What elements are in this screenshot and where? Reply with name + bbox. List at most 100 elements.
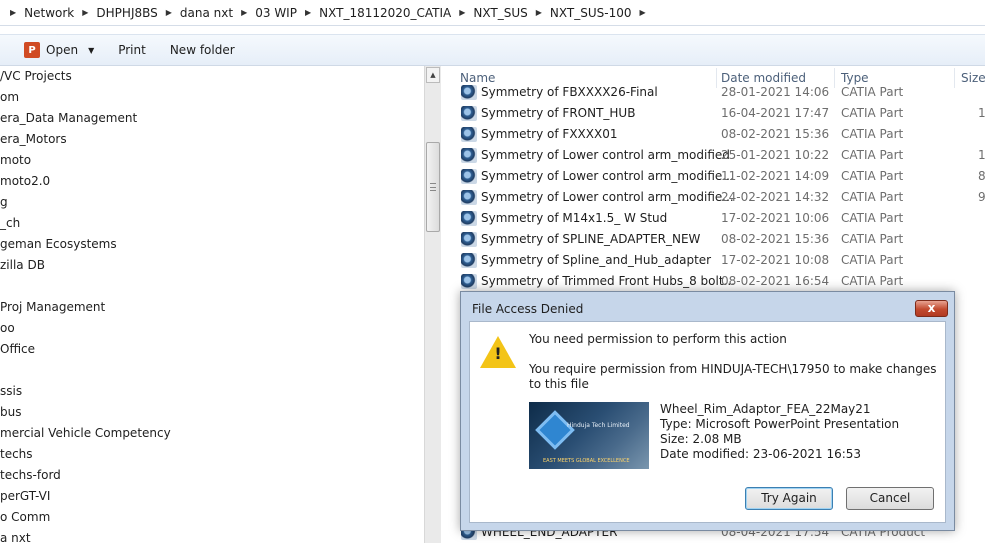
- file-type: CATIA Part: [841, 169, 904, 183]
- breadcrumb-item[interactable]: ▶ dana nxt: [158, 6, 233, 20]
- new-folder-button[interactable]: New folder: [158, 37, 247, 63]
- chevron-right-icon[interactable]: ▶: [82, 8, 88, 17]
- table-row[interactable]: Symmetry of SPLINE_ADAPTER_NEW 08-02-2021…: [450, 229, 985, 250]
- chevron-right-icon[interactable]: ▶: [241, 8, 247, 17]
- scroll-up-icon[interactable]: ▲: [426, 67, 440, 83]
- grip-icon: [430, 183, 436, 191]
- table-row[interactable]: Symmetry of Lower control arm_modifie...…: [450, 166, 985, 187]
- open-button[interactable]: P Open ▼: [0, 37, 106, 63]
- nav-item[interactable]: geman Ecosystems: [0, 234, 117, 255]
- file-info: Wheel_Rim_Adaptor_FEA_22May21 Type: Micr…: [660, 402, 899, 462]
- file-size: 9: [978, 190, 985, 204]
- try-again-button[interactable]: Try Again: [745, 487, 833, 510]
- breadcrumb-item[interactable]: ▶ Network: [2, 6, 74, 20]
- breadcrumb-label: 03 WIP: [255, 5, 297, 20]
- chevron-right-icon[interactable]: ▶: [10, 8, 16, 17]
- file-type: CATIA Part: [841, 85, 904, 99]
- dialog-title: File Access Denied: [472, 302, 584, 316]
- table-row[interactable]: Symmetry of FRONT_HUB 16-04-2021 17:47 CAT…: [450, 103, 985, 124]
- file-name: Symmetry of M14x1.5_ W Stud: [481, 211, 668, 225]
- nav-item[interactable]: oo: [0, 318, 15, 339]
- breadcrumb-item[interactable]: ▶ NXT_SUS: [451, 6, 528, 20]
- nav-item[interactable]: perGT-VI: [0, 486, 50, 507]
- print-button[interactable]: Print: [106, 37, 158, 63]
- file-name: Symmetry of Spline_and_Hub_adapter: [481, 253, 712, 267]
- table-row[interactable]: Symmetry of FXXXX01 08-02-2021 15:36 CATIA…: [450, 124, 985, 145]
- breadcrumb-label: NXT_SUS: [473, 5, 528, 20]
- table-row[interactable]: Symmetry of M14x1.5_ W Stud 17-02-2021 10…: [450, 208, 985, 229]
- file-info-size: Size: 2.08 MB: [660, 432, 742, 446]
- nav-item[interactable]: Office: [0, 339, 35, 360]
- file-date: 16-04-2021 17:47: [721, 106, 830, 120]
- catia-part-icon: [461, 106, 477, 121]
- file-date: 11-02-2021 14:09: [721, 169, 830, 183]
- file-size: 10: [978, 148, 985, 162]
- file-access-denied-dialog: File Access Denied x ! You need permissi…: [460, 291, 955, 531]
- file-thumbnail: Hinduja Tech Limited EAST MEETS GLOBAL E…: [529, 402, 649, 469]
- catia-part-icon: [461, 232, 477, 247]
- chevron-right-icon[interactable]: ▶: [166, 8, 172, 17]
- file-info-date: Date modified: 23-06-2021 16:53: [660, 447, 862, 461]
- nav-item[interactable]: era_Motors: [0, 129, 67, 150]
- file-name: Symmetry of Lower control arm_modifie...: [481, 190, 734, 204]
- chevron-right-icon[interactable]: ▶: [536, 8, 542, 17]
- nav-item[interactable]: o Comm: [0, 507, 50, 528]
- catia-part-icon: [461, 274, 477, 289]
- file-date: 25-01-2021 10:22: [721, 148, 830, 162]
- table-row[interactable]: Symmetry of Lower control arm_modifie...…: [450, 187, 985, 208]
- catia-part-icon: [461, 253, 477, 268]
- breadcrumb-label: NXT_18112020_CATIA: [319, 5, 452, 20]
- file-type: CATIA Part: [841, 127, 904, 141]
- chevron-right-icon[interactable]: ▶: [305, 8, 311, 17]
- nav-item[interactable]: techs: [0, 444, 33, 465]
- file-date: 24-02-2021 14:32: [721, 190, 830, 204]
- chevron-right-icon[interactable]: ▶: [459, 8, 465, 17]
- scroll-thumb[interactable]: [426, 142, 440, 232]
- logo-icon: [535, 410, 575, 450]
- breadcrumb-item[interactable]: ▶ NXT_SUS-100: [528, 6, 632, 20]
- nav-item[interactable]: a nxt: [0, 528, 31, 543]
- breadcrumb-item[interactable]: ▶ DHPHJ8BS: [74, 6, 158, 20]
- file-name: Symmetry of SPLINE_ADAPTER_NEW: [481, 232, 701, 246]
- table-row[interactable]: Symmetry of Spline_and_Hub_adapter 17-02-…: [450, 250, 985, 271]
- nav-item[interactable]: g: [0, 192, 8, 213]
- file-date: 28-01-2021 14:06: [721, 85, 830, 99]
- cancel-button[interactable]: Cancel: [846, 487, 934, 510]
- nav-item[interactable]: zilla DB: [0, 255, 45, 276]
- nav-item[interactable]: _ch: [0, 213, 20, 234]
- file-name: Symmetry of FRONT_HUB: [481, 106, 636, 120]
- nav-item[interactable]: techs-ford: [0, 465, 61, 486]
- file-name: Symmetry of FXXXX01: [481, 127, 618, 141]
- breadcrumb-label: NXT_SUS-100: [549, 5, 632, 20]
- file-name: Symmetry of Lower control arm_modified: [481, 148, 730, 162]
- command-bar: P Open ▼ Print New folder: [0, 34, 985, 66]
- breadcrumb-item[interactable]: ▶ NXT_18112020_CATIA: [297, 6, 451, 20]
- nav-item[interactable]: era_Data Management: [0, 108, 137, 129]
- nav-item[interactable]: om: [0, 87, 19, 108]
- breadcrumb-label: dana nxt: [179, 5, 234, 20]
- nav-item[interactable]: Proj Management: [0, 297, 105, 318]
- nav-scrollbar[interactable]: ▲: [424, 66, 441, 543]
- nav-item[interactable]: moto: [0, 150, 31, 171]
- chevron-right-icon[interactable]: ▶: [640, 8, 646, 17]
- file-date: 17-02-2021 10:08: [721, 253, 830, 267]
- nav-item[interactable]: bus: [0, 402, 21, 423]
- nav-item[interactable]: moto2.0: [0, 171, 50, 192]
- nav-item[interactable]: mercial Vehicle Competency: [0, 423, 171, 444]
- breadcrumb[interactable]: ▶ Network ▶ DHPHJ8BS ▶ dana nxt ▶ 03 WIP ▶ NXT_18…: [0, 0, 985, 26]
- breadcrumb-item[interactable]: ▶ 03 WIP: [233, 6, 297, 20]
- dialog-message: You need permission to perform this acti…: [529, 332, 787, 346]
- file-name: Symmetry of Trimmed Front Hubs_8 bolt...: [481, 274, 735, 288]
- nav-item[interactable]: /VC Projects: [0, 66, 72, 87]
- open-label: Open: [46, 43, 79, 57]
- file-type: CATIA Part: [841, 211, 904, 225]
- file-type: CATIA Part: [841, 106, 904, 120]
- table-row[interactable]: Symmetry of FBXXXX26-Final 28-01-2021 14:…: [450, 82, 985, 103]
- catia-part-icon: [461, 190, 477, 205]
- table-row[interactable]: Symmetry of Lower control arm_modified 25…: [450, 145, 985, 166]
- close-button[interactable]: x: [915, 300, 948, 317]
- file-info-name: Wheel_Rim_Adaptor_FEA_22May21: [660, 402, 871, 416]
- table-row[interactable]: Symmetry of Trimmed Front Hubs_8 bolt...…: [450, 271, 985, 292]
- nav-item[interactable]: ssis: [0, 381, 22, 402]
- chevron-down-icon[interactable]: ▼: [88, 46, 94, 55]
